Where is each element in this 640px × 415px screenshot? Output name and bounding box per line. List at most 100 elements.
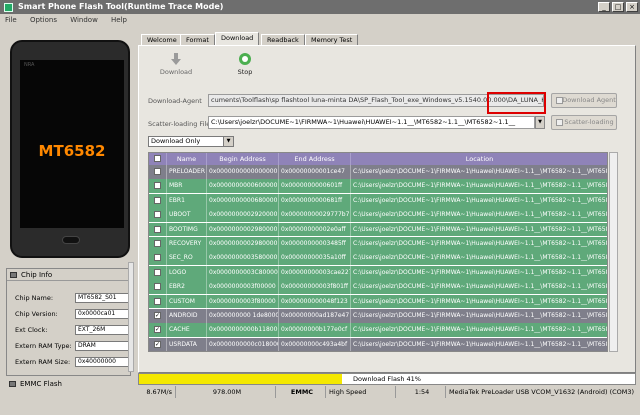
- header-name: Name: [167, 153, 207, 165]
- table-row[interactable]: ✓ CACHE 0x0000000000b1180000 0x00000000b177…: [149, 323, 607, 338]
- row-checkbox[interactable]: [154, 225, 161, 233]
- status-time: 1:54: [396, 386, 446, 398]
- status-size: 978.00M: [176, 386, 276, 398]
- cell-begin-address: 0x000000000 1de80000: [207, 309, 279, 323]
- cell-checkbox: [149, 280, 167, 295]
- phone-brand-label: NRA: [24, 62, 35, 68]
- download-mode-select[interactable]: Download Only ▼: [148, 136, 234, 147]
- progress-text: Download Flash 41%: [353, 375, 421, 383]
- table-row[interactable]: EBR1 0x0000000000680000 0x0000000000681ff C…: [149, 193, 607, 208]
- cell-begin-address: 0x0000000003f00000: [207, 280, 279, 295]
- menu-options[interactable]: Options: [30, 16, 57, 24]
- maximize-button[interactable]: □: [612, 2, 624, 12]
- tab-memory-test[interactable]: Memory Test: [305, 34, 359, 45]
- stop-button-label: Stop: [237, 68, 253, 76]
- row-checkbox[interactable]: ✓: [154, 312, 161, 319]
- cell-checkbox: [149, 208, 167, 223]
- cell-location: C:\Users\joelzr\DOCUME~1\FIRMWA~1\Huawei…: [351, 223, 607, 237]
- header-check[interactable]: [149, 153, 167, 165]
- row-checkbox[interactable]: [154, 268, 161, 276]
- row-checkbox[interactable]: [154, 254, 161, 262]
- table-row[interactable]: ✓ ANDROID 0x000000000 1de80000 0x00000000ad…: [149, 309, 607, 323]
- select-all-checkbox[interactable]: [154, 155, 161, 162]
- status-bar: 8.67M/s 978.00M EMMC High Speed 1:54 Med…: [136, 386, 640, 398]
- cell-name: CUSTOM: [167, 294, 207, 309]
- menu-bar: File Options Window Help: [0, 14, 640, 26]
- table-row[interactable]: CUSTOM 0x0000000003f80000 0x000000000048f1…: [149, 294, 607, 309]
- cell-begin-address: 0x0000000002980000: [207, 237, 279, 251]
- cell-checkbox: [149, 179, 167, 194]
- cell-location: C:\Users\joelzr\DOCUME~1\FIRMWA~1\Huawei…: [351, 208, 607, 222]
- row-checkbox[interactable]: [154, 182, 161, 190]
- cell-checkbox: [149, 294, 167, 309]
- header-begin-address: Begin Address: [207, 153, 279, 165]
- cell-end-address: 0x000000000048f123: [279, 294, 351, 309]
- download-agent-button[interactable]: Download Agent: [551, 93, 617, 108]
- emmc-flash-section[interactable]: EMMC Flash: [6, 378, 131, 390]
- stop-icon: [239, 53, 251, 65]
- chevron-down-icon: ▼: [223, 137, 233, 146]
- scatter-loading-button[interactable]: Scatter-loading: [551, 115, 617, 130]
- cell-name: RECOVERY: [167, 237, 207, 251]
- close-button[interactable]: ×: [626, 2, 638, 12]
- progress-bar: Download Flash 41%: [138, 373, 636, 385]
- tab-welcome[interactable]: Welcome: [141, 34, 183, 45]
- row-checkbox[interactable]: [154, 240, 161, 247]
- ram-size-label: Extern RAM Size:: [15, 358, 71, 366]
- header-location: Location: [351, 153, 607, 165]
- minimize-button[interactable]: _: [598, 2, 610, 12]
- phone-chip-label: MT6582: [38, 142, 106, 160]
- status-usb: High Speed: [326, 386, 396, 398]
- tab-download[interactable]: Download: [215, 32, 260, 46]
- download-button[interactable]: Download: [156, 52, 196, 76]
- cell-location: C:\Users\joelzr\DOCUME~1\FIRMWA~1\Huawei…: [351, 323, 607, 337]
- left-scrollbar[interactable]: [128, 262, 134, 372]
- da-file-highlight-box: [487, 92, 546, 114]
- tab-format[interactable]: Format: [180, 34, 215, 45]
- cell-location: C:\Users\joelzr\DOCUME~1\FIRMWA~1\Huawei…: [351, 295, 607, 309]
- cell-checkbox: ✓: [149, 337, 167, 351]
- cell-location: C:\Users\joelzr\DOCUME~1\FIRMWA~1\Huawei…: [351, 179, 607, 193]
- cell-location: C:\Users\joelzr\DOCUME~1\FIRMWA~1\Huawei…: [351, 237, 607, 251]
- row-checkbox[interactable]: [154, 196, 161, 204]
- menu-help[interactable]: Help: [111, 16, 127, 24]
- tab-readback[interactable]: Readback: [261, 34, 305, 45]
- scatter-loading-button-label: Scatter-loading: [564, 118, 614, 126]
- chip-version-label: Chip Version:: [15, 310, 58, 318]
- row-checkbox[interactable]: [154, 297, 161, 305]
- table-row[interactable]: LOGO 0x0000000003C80000 0x00000000003cae22…: [149, 265, 607, 280]
- cell-name: EBR2: [167, 280, 207, 295]
- cell-begin-address: 0x0000000002920000: [207, 208, 279, 223]
- phone-screen: NRA MT6582: [20, 60, 124, 228]
- table-row[interactable]: EBR2 0x0000000003f00000 0x00000000003f801f…: [149, 280, 607, 295]
- menu-file[interactable]: File: [5, 16, 17, 24]
- ext-clock-field: EXT_26M: [75, 325, 129, 335]
- scatter-field[interactable]: C:\Users\joelzr\DOCUME~1\FIRMWA~1\Huawei…: [208, 116, 535, 129]
- table-row[interactable]: RECOVERY 0x0000000002980000 0x000000000034…: [149, 237, 607, 251]
- table-row[interactable]: MBR 0x0000000000600000 0x0000000000601ff C:…: [149, 179, 607, 194]
- cell-location: C:\Users\joelzr\DOCUME~1\FIRMWA~1\Huawei…: [351, 194, 607, 208]
- chip-name-label: Chip Name:: [15, 294, 54, 302]
- table-scrollbar[interactable]: [609, 152, 618, 352]
- row-checkbox[interactable]: ✓: [154, 326, 161, 334]
- row-checkbox[interactable]: [154, 168, 161, 175]
- table-row[interactable]: SEC_RO 0x0000000003580000 0x00000000035a10…: [149, 251, 607, 266]
- table-row[interactable]: ✓ USRDATA 0x0000000000c0180000 0x00000000c4…: [149, 337, 607, 351]
- row-checkbox[interactable]: [154, 283, 161, 291]
- ram-size-field: 0x40000000: [75, 357, 129, 367]
- stop-button[interactable]: Stop: [225, 52, 265, 76]
- row-checkbox[interactable]: ✓: [154, 340, 161, 348]
- menu-window[interactable]: Window: [70, 16, 98, 24]
- table-row[interactable]: BOOTIMG 0x0000000002980000 0x00000000002e0…: [149, 222, 607, 237]
- table-row[interactable]: UBOOT 0x0000000002920000 0x00000000029777b…: [149, 208, 607, 223]
- table-row[interactable]: PRELOADER 0x0000000000000000 0x00000000001…: [149, 165, 607, 179]
- row-checkbox[interactable]: [154, 211, 161, 219]
- cell-location: C:\Users\joelzr\DOCUME~1\FIRMWA~1\Huawei…: [351, 165, 607, 179]
- cell-location: C:\Users\joelzr\DOCUME~1\FIRMWA~1\Huawei…: [351, 280, 607, 294]
- cell-checkbox: [149, 165, 167, 179]
- window-titlebar: Smart Phone Flash Tool(Runtime Trace Mod…: [0, 0, 640, 14]
- cell-name: LOGO: [167, 265, 207, 280]
- scatter-dropdown-icon[interactable]: ▼: [535, 116, 545, 129]
- status-storage: EMMC: [276, 386, 326, 398]
- scatter-label: Scatter-loading File: [148, 120, 211, 128]
